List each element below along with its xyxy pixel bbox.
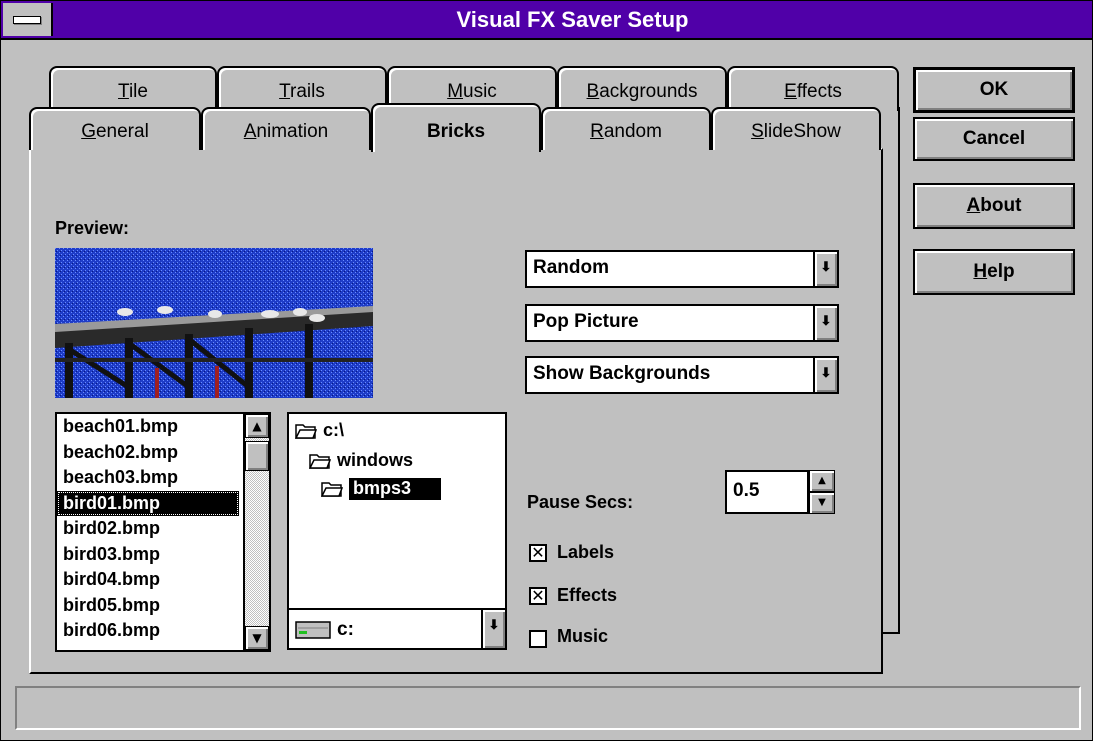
drive-dropdown[interactable]: c: ⬇ xyxy=(287,608,507,650)
tab-effects[interactable]: Effects xyxy=(727,66,899,111)
file-list-item[interactable]: bird05.bmp xyxy=(57,593,269,619)
file-list-item[interactable]: beach02.bmp xyxy=(57,440,269,466)
tab-bricks[interactable]: Bricks xyxy=(371,103,541,152)
tab-slideshow[interactable]: SlideShow xyxy=(711,107,881,150)
arrow-down-icon[interactable]: ⬇ xyxy=(813,358,837,392)
effects-checkbox-label: Effects xyxy=(557,585,618,605)
tab-animation[interactable]: Animation xyxy=(201,107,371,150)
spin-down-icon[interactable]: ▼ xyxy=(809,492,835,514)
tab-random[interactable]: Random xyxy=(541,107,711,150)
directory-listbox[interactable]: c:\ windows bmps3 xyxy=(287,412,507,626)
arrow-down-icon[interactable]: ⬇ xyxy=(481,610,505,648)
scroll-thumb[interactable] xyxy=(245,441,269,471)
scroll-down-icon[interactable]: ▼ xyxy=(245,626,269,650)
folder-open-icon xyxy=(295,424,317,439)
tab-backgrounds[interactable]: Backgrounds xyxy=(557,66,727,111)
dir-item-bmps3[interactable]: bmps3 xyxy=(321,478,505,504)
cancel-button[interactable]: Cancel xyxy=(913,117,1075,161)
window-title: Visual FX Saver Setup xyxy=(456,7,689,32)
file-list-item[interactable]: bird04.bmp xyxy=(57,567,269,593)
status-bar xyxy=(15,686,1081,730)
ok-button[interactable]: OK xyxy=(913,67,1075,113)
spin-up-icon[interactable]: ▲ xyxy=(809,470,835,492)
pause-input[interactable]: 0.5 xyxy=(725,470,809,514)
file-list-item[interactable]: beach01.bmp xyxy=(57,414,269,440)
system-menu-icon[interactable] xyxy=(3,3,53,36)
music-checkbox-label: Music xyxy=(557,626,609,646)
arrow-down-icon[interactable]: ⬇ xyxy=(813,252,837,286)
dir-item-root[interactable]: c:\ xyxy=(295,420,344,441)
tab-trails[interactable]: Trails xyxy=(217,66,387,111)
effects-checkbox[interactable]: ✕ xyxy=(529,587,547,605)
file-list-item[interactable]: bird03.bmp xyxy=(57,542,269,568)
arrow-down-icon[interactable]: ⬇ xyxy=(813,306,837,340)
help-button[interactable]: Help xyxy=(913,249,1075,295)
mode-dropdown[interactable]: Random ⬇ xyxy=(525,250,839,288)
dir-item-windows[interactable]: windows xyxy=(309,450,413,471)
preview-label: Preview: xyxy=(55,218,130,238)
file-list-item[interactable]: bird01.bmp xyxy=(57,490,239,516)
tab-general[interactable]: General xyxy=(29,107,201,150)
about-button[interactable]: About xyxy=(913,183,1075,229)
file-list-item[interactable]: bird06.bmp xyxy=(57,618,269,644)
music-checkbox[interactable] xyxy=(529,630,547,648)
pause-label: Pause Secs: xyxy=(527,492,634,512)
pause-spinner[interactable]: ▲ ▼ xyxy=(809,470,835,514)
labels-checkbox-label: Labels xyxy=(557,542,615,562)
folder-open-icon xyxy=(321,482,343,497)
background-dropdown[interactable]: Show Backgrounds ⬇ xyxy=(525,356,839,394)
tab-tile[interactable]: Tile xyxy=(49,66,217,111)
drive-icon xyxy=(295,621,331,639)
setup-window: Visual FX Saver Setup Tile Trails Music … xyxy=(0,0,1093,741)
effect-dropdown[interactable]: Pop Picture ⬇ xyxy=(525,304,839,342)
file-list-item[interactable]: beach03.bmp xyxy=(57,465,269,491)
bricks-tab-page: Preview: beach01.bmp beach02.bmp beach03… xyxy=(29,148,883,674)
drive-value: c: xyxy=(337,619,354,640)
scroll-up-icon[interactable]: ▲ xyxy=(245,414,269,438)
file-list-item[interactable]: bird02.bmp xyxy=(57,516,269,542)
file-list-scrollbar[interactable]: ▲ ▼ xyxy=(243,414,269,650)
preview-image xyxy=(55,248,373,398)
folder-open-icon xyxy=(309,454,331,469)
title-bar[interactable]: Visual FX Saver Setup xyxy=(1,1,1092,40)
labels-checkbox[interactable]: ✕ xyxy=(529,544,547,562)
file-listbox[interactable]: beach01.bmp beach02.bmp beach03.bmp bird01.… xyxy=(55,412,271,652)
